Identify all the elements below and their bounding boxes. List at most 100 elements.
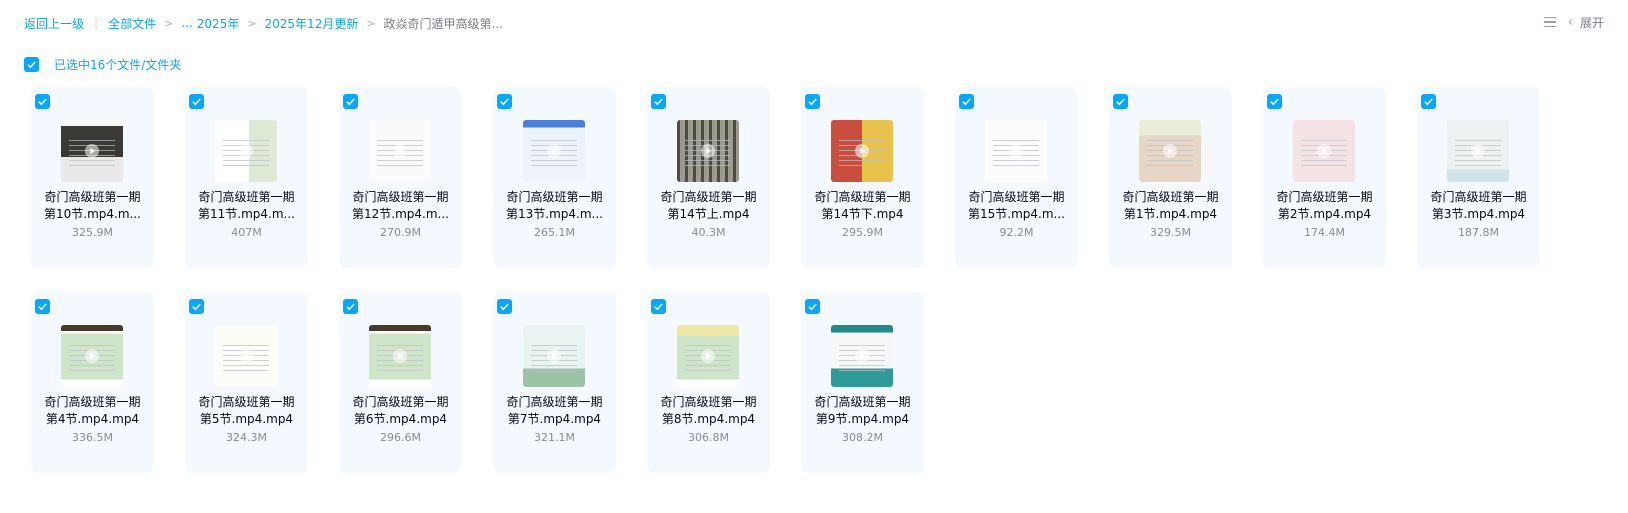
file-name-line2: 第7节.mp4.mp4 [507, 412, 602, 426]
video-thumbnail[interactable] [215, 325, 277, 387]
selection-count: 已选中16个文件/文件夹 [54, 57, 182, 72]
file-checkbox[interactable] [497, 94, 512, 109]
file-checkbox[interactable] [189, 299, 204, 314]
video-thumbnail[interactable] [61, 325, 123, 387]
file-checkbox[interactable] [805, 299, 820, 314]
view-mode-button[interactable] [1543, 16, 1556, 28]
file-name-line2: 第8节.mp4.mp4 [661, 412, 756, 426]
file-card[interactable]: 奇门高级班第一期 第15节.mp4.m... 92.2M [955, 87, 1078, 268]
file-checkbox[interactable] [651, 299, 666, 314]
file-card[interactable]: 奇门高级班第一期 第14节上.mp4 40.3M [647, 87, 770, 268]
file-name-line2: 第13节.mp4.m... [506, 207, 603, 221]
file-card[interactable]: 奇门高级班第一期 第9节.mp4.mp4 308.2M [801, 292, 924, 473]
file-name-line1: 奇门高级班第一期 [660, 395, 757, 409]
file-card[interactable]: 奇门高级班第一期 第8节.mp4.mp4 306.8M [647, 292, 770, 473]
file-size: 329.5M [1150, 226, 1191, 239]
video-thumbnail[interactable] [677, 120, 739, 182]
file-checkbox[interactable] [1113, 94, 1128, 109]
file-name-line2: 第14节下.mp4 [821, 207, 904, 221]
file-card[interactable]: 奇门高级班第一期 第12节.mp4.m... 270.9M [339, 87, 462, 268]
file-name-line1: 奇门高级班第一期 [506, 395, 603, 409]
video-thumbnail[interactable] [215, 120, 277, 182]
file-name-line1: 奇门高级班第一期 [1122, 190, 1219, 204]
file-checkbox[interactable] [35, 299, 50, 314]
file-size: 40.3M [691, 226, 726, 239]
video-thumbnail[interactable] [677, 325, 739, 387]
video-thumbnail[interactable] [985, 120, 1047, 182]
file-name-line2: 第5节.mp4.mp4 [199, 412, 294, 426]
check-icon [500, 303, 509, 311]
file-checkbox[interactable] [343, 299, 358, 314]
video-thumbnail[interactable] [369, 325, 431, 387]
video-thumbnail[interactable] [1293, 120, 1355, 182]
select-all-checkbox[interactable] [24, 56, 39, 72]
file-card[interactable]: 奇门高级班第一期 第3节.mp4.mp4 187.8M [1417, 87, 1540, 268]
file-card[interactable]: 奇门高级班第一期 第10节.mp4.m... 325.9M [31, 87, 154, 268]
selection-bar: 已选中16个文件/文件夹 [24, 55, 181, 73]
play-icon [547, 144, 561, 158]
file-card[interactable]: 奇门高级班第一期 第6节.mp4.mp4 296.6M [339, 292, 462, 473]
file-checkbox[interactable] [651, 94, 666, 109]
file-checkbox[interactable] [343, 94, 358, 109]
back-link[interactable]: 返回上一级 [24, 15, 84, 32]
file-card[interactable]: 奇门高级班第一期 第14节下.mp4 295.9M [801, 87, 924, 268]
file-checkbox[interactable] [497, 299, 512, 314]
check-icon [962, 98, 971, 106]
file-name-line2: 第3节.mp4.mp4 [1431, 207, 1526, 221]
expand-button[interactable]: ‹ 展开 [1568, 14, 1604, 31]
file-name-line1: 奇门高级班第一期 [506, 190, 603, 204]
play-icon [1009, 144, 1023, 158]
file-card[interactable]: 奇门高级班第一期 第2节.mp4.mp4 174.4M [1263, 87, 1386, 268]
play-icon [701, 144, 715, 158]
file-name-line2: 第9节.mp4.mp4 [815, 412, 910, 426]
file-name-line2: 第15节.mp4.m... [968, 207, 1065, 221]
file-name-line1: 奇门高级班第一期 [1430, 190, 1527, 204]
breadcrumb-separator-icon: > [366, 16, 376, 30]
file-checkbox[interactable] [959, 94, 974, 109]
video-thumbnail[interactable] [369, 120, 431, 182]
file-name-line2: 第4节.mp4.mp4 [45, 412, 140, 426]
video-thumbnail[interactable] [831, 120, 893, 182]
file-checkbox[interactable] [1267, 94, 1282, 109]
file-name-line1: 奇门高级班第一期 [1276, 190, 1373, 204]
file-size: 324.3M [226, 431, 267, 444]
breadcrumb-separator-icon: > [247, 16, 257, 30]
file-name-line2: 第10节.mp4.m... [44, 207, 141, 221]
breadcrumb-ellipsis[interactable]: ... [181, 16, 192, 30]
breadcrumb-all-files[interactable]: 全部文件 [108, 15, 156, 32]
video-thumbnail[interactable] [1447, 120, 1509, 182]
file-name-line1: 奇门高级班第一期 [814, 395, 911, 409]
file-card[interactable]: 奇门高级班第一期 第1节.mp4.mp4 329.5M [1109, 87, 1232, 268]
file-checkbox[interactable] [805, 94, 820, 109]
file-name-line2: 第2节.mp4.mp4 [1277, 207, 1372, 221]
breadcrumb-separator-icon: > [164, 16, 174, 30]
top-bar: 返回上一级 | 全部文件 > ... 2025年 > 2025年12月更新 > … [0, 0, 1628, 44]
check-icon [346, 98, 355, 106]
file-name: 奇门高级班第一期 第14节下.mp4 [807, 189, 918, 223]
file-checkbox[interactable] [35, 94, 50, 109]
file-card[interactable]: 奇门高级班第一期 第7节.mp4.mp4 321.1M [493, 292, 616, 473]
video-thumbnail[interactable] [523, 120, 585, 182]
check-icon [654, 303, 663, 311]
file-card[interactable]: 奇门高级班第一期 第5节.mp4.mp4 324.3M [185, 292, 308, 473]
video-thumbnail[interactable] [61, 120, 123, 182]
file-name-line1: 奇门高级班第一期 [44, 190, 141, 204]
video-thumbnail[interactable] [1139, 120, 1201, 182]
file-checkbox[interactable] [1421, 94, 1436, 109]
chevron-left-icon: ‹ [1567, 14, 1573, 30]
check-icon [1270, 98, 1279, 106]
file-card[interactable]: 奇门高级班第一期 第13节.mp4.m... 265.1M [493, 87, 616, 268]
file-name: 奇门高级班第一期 第7节.mp4.mp4 [499, 394, 610, 428]
file-name: 奇门高级班第一期 第6节.mp4.mp4 [345, 394, 456, 428]
file-card[interactable]: 奇门高级班第一期 第11节.mp4.m... 407M [185, 87, 308, 268]
file-size: 296.6M [380, 431, 421, 444]
file-name: 奇门高级班第一期 第14节上.mp4 [653, 189, 764, 223]
breadcrumb-month[interactable]: 2025年12月更新 [265, 15, 359, 32]
file-checkbox[interactable] [189, 94, 204, 109]
file-card[interactable]: 奇门高级班第一期 第4节.mp4.mp4 336.5M [31, 292, 154, 473]
video-thumbnail[interactable] [831, 325, 893, 387]
file-size: 306.8M [688, 431, 729, 444]
breadcrumb-year[interactable]: 2025年 [197, 15, 240, 32]
breadcrumb-divider: | [94, 16, 99, 30]
video-thumbnail[interactable] [523, 325, 585, 387]
